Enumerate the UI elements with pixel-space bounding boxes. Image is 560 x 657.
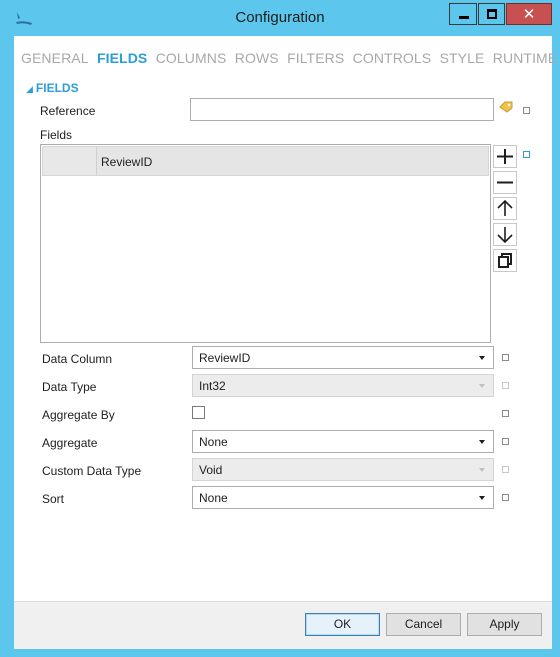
custom-data-type-status-indicator [502,466,509,473]
close-button[interactable]: ✕ [506,3,552,25]
chevron-down-icon [479,356,485,360]
chevron-down-icon [479,496,485,500]
ok-button[interactable]: OK [305,613,380,636]
tab-fields[interactable]: FIELDS [97,50,147,66]
chevron-down-icon [479,440,485,444]
copy-field-button[interactable] [493,249,517,272]
chevron-down-icon [479,468,485,472]
apply-button[interactable]: Apply [467,613,542,636]
move-down-icon [497,227,513,244]
reference-label: Reference [40,104,96,118]
dialog-content: GENERAL FIELDS COLUMNS ROWS FILTERS CONT… [14,36,557,649]
close-icon: ✕ [522,6,536,23]
minimize-icon [459,16,469,19]
tab-style[interactable]: STYLE [440,50,485,66]
tab-general[interactable]: GENERAL [21,50,89,66]
maximize-button[interactable] [478,3,505,25]
sort-label: Sort [42,492,65,506]
custom-data-type-value: Void [199,463,223,477]
data-type-label: Data Type [42,380,97,394]
aggregate-by-checkbox[interactable] [192,406,205,419]
data-type-value: Int32 [199,379,226,393]
move-down-button[interactable] [493,223,517,246]
aggregate-by-status-indicator [502,410,509,417]
aggregate-select[interactable]: None [192,430,494,453]
move-up-icon [497,199,513,216]
fields-section-header[interactable]: ◢ FIELDS [26,81,79,95]
cancel-button[interactable]: Cancel [386,613,461,636]
title-bar[interactable]: Configuration ✕ [0,0,560,36]
data-type-status-indicator [502,382,509,389]
tab-strip: GENERAL FIELDS COLUMNS ROWS FILTERS CONT… [21,50,560,66]
aggregate-status-indicator [502,438,509,445]
reference-input[interactable] [190,98,494,121]
fields-list[interactable]: ReviewID [40,144,491,343]
tag-icon[interactable] [499,101,513,113]
copy-icon [498,253,512,268]
reference-status-indicator [523,107,530,114]
dialog-footer: OK Cancel Apply [14,601,552,649]
tab-rows[interactable]: ROWS [235,50,279,66]
tab-controls[interactable]: CONTROLS [353,50,432,66]
custom-data-type-label: Custom Data Type [42,464,142,478]
chevron-down-icon [479,384,485,388]
add-field-button[interactable] [493,145,517,168]
section-title: FIELDS [35,81,79,95]
tab-columns[interactable]: COLUMNS [156,50,227,66]
sort-status-indicator [502,494,509,501]
data-column-value: ReviewID [199,351,251,365]
fields-label: Fields [40,128,73,142]
maximize-icon [487,9,497,19]
fields-status-indicator [523,151,530,158]
list-item-label: ReviewID [101,155,153,169]
add-icon [497,149,513,164]
data-column-label: Data Column [42,352,113,366]
sort-select[interactable]: None [192,486,494,509]
data-column-select[interactable]: ReviewID [192,346,494,369]
custom-data-type-select: Void [192,458,494,481]
sort-value: None [199,491,228,505]
remove-icon [497,181,513,184]
row-header [43,147,97,175]
list-item[interactable]: ReviewID [42,146,489,176]
aggregate-by-label: Aggregate By [42,408,115,422]
aggregate-label: Aggregate [42,436,98,450]
data-column-status-indicator [502,354,509,361]
collapse-triangle-icon: ◢ [26,84,33,94]
move-up-button[interactable] [493,197,517,220]
configuration-window: Configuration ✕ GENERAL FIELDS COLUMNS R… [0,0,560,657]
tab-runtime[interactable]: RUNTIME [493,50,557,66]
aggregate-value: None [199,435,228,449]
remove-field-button[interactable] [493,171,517,194]
tab-filters[interactable]: FILTERS [287,50,344,66]
data-type-select: Int32 [192,374,494,397]
minimize-button[interactable] [449,3,477,25]
